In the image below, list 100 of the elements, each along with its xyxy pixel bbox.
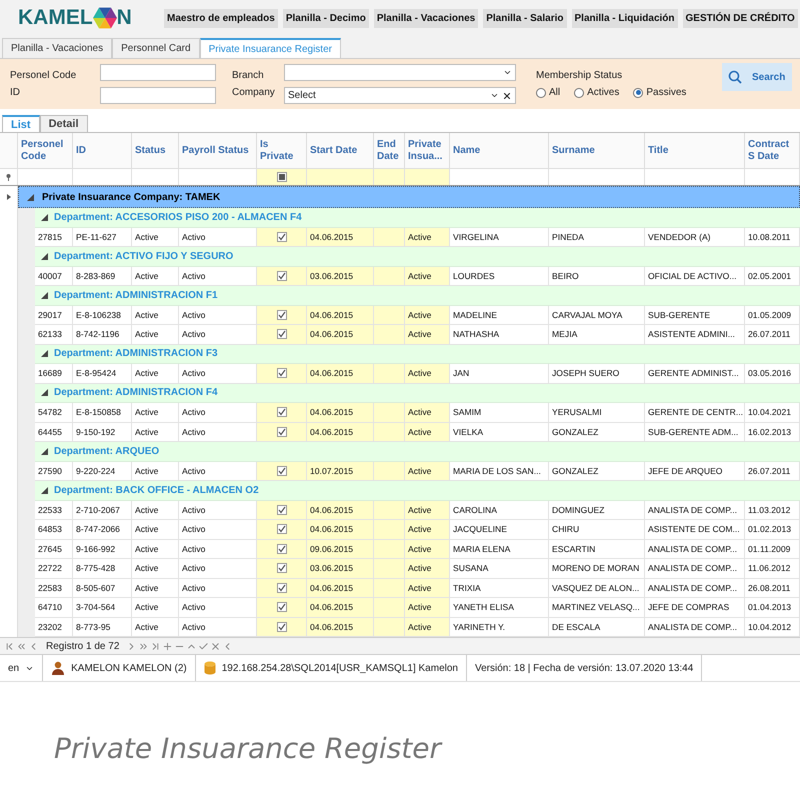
input-field[interactable] [100, 64, 216, 81]
filter-checkbox[interactable] [276, 172, 286, 182]
column-header[interactable]: Status [132, 133, 179, 168]
field-label: Membership Status [536, 70, 624, 81]
checkbox[interactable] [276, 270, 286, 281]
table-cell: 9-220-224 [73, 462, 132, 481]
last-record-icon[interactable] [150, 640, 162, 652]
expand-icon[interactable] [41, 292, 48, 299]
radio-option[interactable]: Passives [633, 87, 686, 98]
expand-icon[interactable] [41, 389, 48, 396]
department-group-row[interactable]: Department: BACK OFFICE - ALMACEN O2 [35, 481, 800, 500]
column-header[interactable]: Name [450, 133, 549, 168]
table-cell: 62133 [35, 325, 73, 344]
expand-icon[interactable] [41, 350, 48, 358]
table-cell: JAN [450, 364, 549, 384]
checkbox[interactable] [276, 232, 286, 242]
column-header[interactable]: End Date [374, 133, 405, 168]
company-group-row[interactable]: Private Insuarance Company: TAMEK [18, 186, 800, 208]
radio-option[interactable]: Actives [574, 87, 620, 98]
menu-button[interactable]: Planilla - Liquidación [572, 8, 678, 28]
department-group-row[interactable]: Department: ADMINISTRACION F3 [35, 344, 800, 364]
search-button[interactable]: Search [722, 63, 792, 91]
checkbox[interactable] [276, 544, 286, 554]
menu-button[interactable]: Maestro de empleados [164, 8, 278, 28]
column-header[interactable]: Surname [549, 133, 645, 168]
filter-cell[interactable] [307, 169, 374, 185]
column-header[interactable]: Personel Code [18, 133, 73, 168]
table-cell: 10.07.2015 [307, 462, 374, 481]
table-cell: Activo [179, 403, 257, 422]
table-cell: Active [405, 520, 450, 540]
checkbox[interactable] [276, 310, 286, 320]
first-record-icon[interactable] [4, 640, 15, 652]
add-icon[interactable] [162, 640, 174, 652]
table-cell: NATHASHA [450, 325, 549, 344]
column-header[interactable]: Is Private [257, 133, 307, 168]
menu-button[interactable]: Planilla - Salario [483, 8, 566, 28]
table-cell: Activo [179, 540, 257, 559]
filter-cell[interactable] [257, 169, 307, 185]
department-group-row[interactable]: Department: ACTIVO FIJO Y SEGURO [35, 247, 800, 266]
column-header[interactable]: Private Insua... [405, 133, 450, 168]
department-group-row[interactable]: Department: ADMINISTRACION F1 [35, 286, 800, 306]
check-icon[interactable] [198, 640, 210, 652]
checkbox[interactable] [276, 563, 286, 574]
checkbox[interactable] [276, 329, 286, 340]
expand-icon[interactable] [41, 252, 48, 260]
column-header[interactable]: Title [645, 133, 745, 168]
company-dropdown[interactable]: Select [284, 87, 516, 104]
expand-icon[interactable] [27, 194, 34, 200]
expand-icon[interactable] [41, 214, 48, 221]
menu-button[interactable]: GESTIÓN DE CRÉDITO [682, 8, 798, 28]
caret-icon[interactable] [490, 91, 499, 100]
department-group-row[interactable]: Department: ACCESORIOS PISO 200 - ALMACEN F4 [35, 208, 800, 228]
menu-button[interactable]: Planilla - Vacaciones [374, 8, 478, 28]
document-tab[interactable]: Private Insuarance Register [200, 38, 341, 58]
table-cell: JEFE DE ARQUEO [645, 462, 745, 481]
checkbox[interactable] [276, 426, 286, 437]
expand-icon[interactable] [41, 486, 48, 494]
table-cell: Active [405, 403, 450, 422]
view-tab[interactable]: List [2, 115, 40, 132]
table-cell: Active [132, 325, 179, 344]
radio-option[interactable]: All [536, 87, 560, 98]
table-cell: CARVAJAL MOYA [549, 306, 645, 325]
field-label: Branch [232, 70, 265, 81]
checkbox[interactable] [276, 524, 286, 534]
close-icon[interactable] [210, 640, 222, 652]
table-cell: 11.03.2012 [745, 500, 800, 520]
checkbox[interactable] [276, 622, 286, 632]
checkbox[interactable] [276, 407, 286, 418]
table-cell: ESCARTIN [549, 540, 645, 559]
column-header[interactable]: ID [73, 133, 132, 168]
next-page-icon[interactable] [138, 640, 150, 652]
department-group-row[interactable]: Department: ADMINISTRACION F4 [35, 384, 800, 403]
checkbox[interactable] [276, 582, 286, 593]
clear-icon[interactable] [502, 90, 512, 100]
group-label: Department: ADMINISTRACION F4 [54, 387, 218, 398]
table-cell: 8-505-607 [73, 578, 132, 598]
caret-icon[interactable] [503, 68, 512, 77]
table-cell: ASISTENTE ADMINI... [645, 325, 745, 344]
checkbox[interactable] [276, 466, 286, 476]
menu-button[interactable]: Planilla - Decimo [282, 8, 369, 28]
table-cell: 01.05.2009 [745, 306, 800, 325]
previous-page-icon[interactable] [16, 640, 27, 652]
table-cell: 01.02.2013 [745, 520, 800, 540]
filter-cell[interactable] [374, 169, 405, 185]
table-cell: MADELINE [450, 306, 549, 325]
expand-icon[interactable] [41, 448, 48, 455]
column-header[interactable]: Payroll Status [179, 133, 257, 168]
document-tab[interactable]: Planilla - Vacaciones [2, 38, 112, 58]
view-tab[interactable]: Detail [40, 115, 88, 132]
document-tab[interactable]: Personnel Card [112, 38, 200, 58]
column-header[interactable]: Start Date [307, 133, 374, 168]
column-header[interactable]: Contract S Date [745, 133, 800, 168]
checkbox[interactable] [276, 602, 286, 612]
filter-cell[interactable] [405, 169, 450, 185]
table-cell: ANALISTA DE COMP... [645, 559, 745, 578]
input-field[interactable] [100, 87, 216, 104]
table-cell: 27815 [35, 228, 73, 247]
department-group-row[interactable]: Department: ARQUEO [35, 442, 800, 462]
checkbox[interactable] [276, 368, 286, 378]
checkbox[interactable] [276, 504, 286, 515]
